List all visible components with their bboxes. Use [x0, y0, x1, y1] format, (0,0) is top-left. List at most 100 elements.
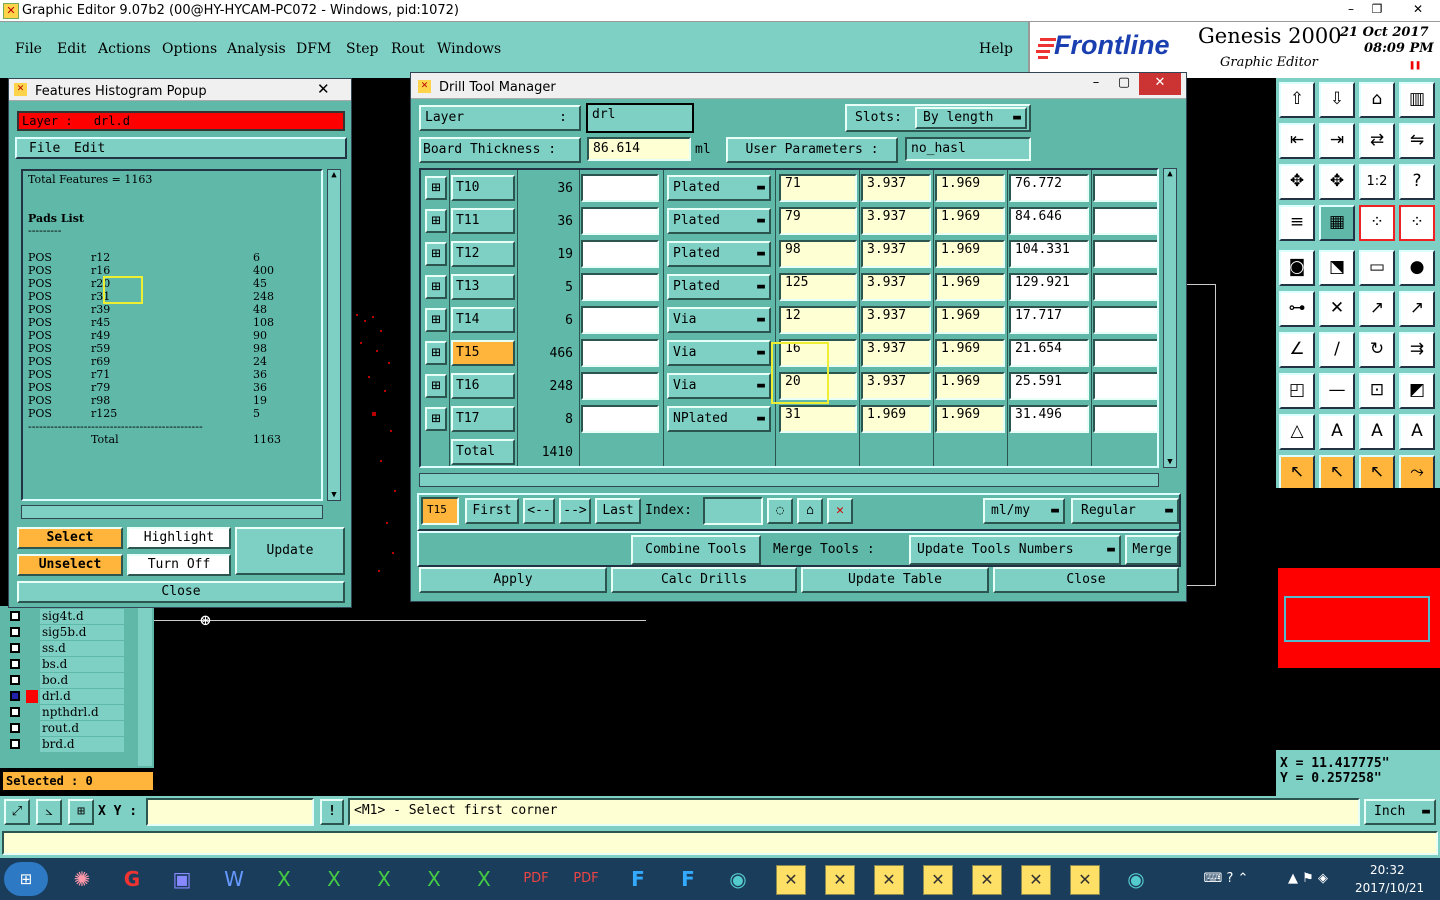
tool-type-dropdown[interactable]: Via ▬ [667, 373, 771, 399]
taskbar-genesis-window-icon[interactable]: ✕ [972, 865, 1002, 895]
close-window-button[interactable]: ✕ [1400, 1, 1436, 19]
tool-name[interactable]: T11 [451, 208, 515, 234]
units-dropdown[interactable]: ml/my ▬ [983, 498, 1065, 524]
taskbar-pdf-icon[interactable]: PDF [566, 862, 606, 896]
layer-list-scrollbar[interactable] [138, 606, 152, 766]
tool-comment-input[interactable] [581, 273, 659, 301]
scroll-down-icon[interactable]: ▼ [328, 490, 340, 500]
start-button-icon[interactable]: ⊞ [4, 862, 48, 896]
taskbar-shell-icon[interactable]: ✺ [62, 862, 102, 896]
route-icon[interactable]: ⤳ [1399, 455, 1435, 491]
layer-row-bs[interactable]: bs.d [8, 657, 124, 673]
taskbar-excel-icon[interactable]: X [364, 862, 404, 896]
graph-icon[interactable]: ⌂ [797, 498, 823, 524]
tool-plus-tol-input[interactable]: 3.937 [861, 372, 931, 400]
layer-checkbox-active[interactable] [10, 691, 20, 701]
tool-size-input[interactable]: 71 [779, 174, 857, 202]
pointer-icon[interactable]: ↖ [1279, 455, 1315, 491]
histogram-close-button[interactable]: Close [17, 581, 345, 603]
menu-analysis[interactable]: Analysis [227, 41, 286, 57]
last-button[interactable]: Last [595, 498, 641, 524]
drill-close-button[interactable]: Close [993, 567, 1179, 593]
tool-row[interactable]: ⊞ T12 19 Plated ▬ 98 3.937 1.969 104.331 [421, 238, 1157, 271]
angle-icon[interactable]: ∠ [1279, 332, 1315, 368]
unselect-button[interactable]: Unselect [17, 554, 123, 576]
taskbar-save-icon[interactable]: ▣ [162, 862, 202, 896]
zoom-in-icon[interactable]: ⇩ [1319, 82, 1355, 118]
tool-type-dropdown[interactable]: Plated ▬ [667, 241, 771, 267]
pan-right-icon[interactable]: ⇥ [1319, 123, 1355, 159]
tool-type-dropdown[interactable]: Via ▬ [667, 340, 771, 366]
user-params-input[interactable]: no_hasl [905, 137, 1031, 161]
xy-input[interactable] [146, 798, 314, 826]
tool-minus-tol-input[interactable]: 1.969 [935, 306, 1005, 334]
flip-icon[interactable]: ⇋ [1399, 123, 1435, 159]
tool-row[interactable]: ⊞ T14 6 Via ▬ 12 3.937 1.969 17.717 [421, 304, 1157, 337]
tool-comment-input[interactable] [581, 405, 659, 433]
menu-options[interactable]: Options [162, 41, 217, 57]
tool-comment-input[interactable] [581, 174, 659, 202]
menu-file[interactable]: File [15, 41, 42, 57]
layer-row-sig4t[interactable]: sig4t.d [8, 609, 124, 625]
tool-plus-tol-input[interactable]: 3.937 [861, 339, 931, 367]
taskbar-g-icon[interactable]: G [112, 862, 152, 896]
tool-plus-tol-input[interactable]: 3.937 [861, 273, 931, 301]
pointer-move-icon[interactable]: ↖ [1359, 455, 1395, 491]
pointer-select-icon[interactable]: ↖ [1319, 455, 1355, 491]
home-icon[interactable]: ⌂ [1359, 82, 1395, 118]
highlight-button[interactable]: Highlight [127, 527, 231, 549]
menu-dfm[interactable]: DFM [296, 41, 331, 57]
lightbulb-icon[interactable]: ◌ [767, 498, 793, 524]
command-input[interactable] [2, 831, 1438, 855]
tool-type-dropdown[interactable]: Via ▬ [667, 307, 771, 333]
tool-plus-tol-input[interactable]: 1.969 [861, 405, 931, 433]
dash-icon[interactable]: — [1319, 373, 1355, 409]
taskbar-genesis-window-icon[interactable]: ✕ [825, 865, 855, 895]
tool-size-input[interactable]: 12 [779, 306, 857, 334]
tool-plus-tol-input[interactable]: 3.937 [861, 174, 931, 202]
mode-dropdown[interactable]: Regular ▬ [1071, 498, 1179, 524]
taskbar-frontline-icon[interactable]: F [668, 862, 708, 896]
layer-row-sig5b[interactable]: sig5b.d [8, 625, 124, 641]
layer-checkbox[interactable] [10, 627, 20, 637]
expand-row-icon[interactable]: ⊞ [425, 209, 447, 233]
tool-comment-input[interactable] [581, 240, 659, 268]
tool-minus-tol-input[interactable]: 1.969 [935, 405, 1005, 433]
region-icon[interactable]: ◰ [1279, 373, 1315, 409]
tool-plus-tol-input[interactable]: 3.937 [861, 207, 931, 235]
index-input[interactable] [703, 497, 763, 525]
taskbar-genesis-window-icon[interactable]: ✕ [874, 865, 904, 895]
overview-viewport[interactable] [1284, 596, 1430, 642]
triangle-icon[interactable]: △ [1279, 414, 1315, 450]
layer-checkbox[interactable] [10, 723, 20, 733]
tool-finish-size-input[interactable]: 17.717 [1009, 306, 1089, 334]
list-icon[interactable]: ≡ [1279, 205, 1315, 241]
expand-row-icon[interactable]: ⊞ [425, 308, 447, 332]
tool-extra-input[interactable] [1093, 306, 1157, 334]
tool-size-input[interactable]: 79 [779, 207, 857, 235]
tool-finish-size-input[interactable]: 129.921 [1009, 273, 1089, 301]
tool-finish-size-input[interactable]: 25.591 [1009, 372, 1089, 400]
slash-icon[interactable]: ∕ [1319, 332, 1355, 368]
taskbar-viewer-icon[interactable]: ◉ [718, 862, 758, 896]
tool-finish-size-input[interactable]: 31.496 [1009, 405, 1089, 433]
menu-help[interactable]: Help [979, 41, 1013, 57]
combine-tools-button[interactable]: Combine Tools [631, 535, 761, 565]
scale-icon[interactable]: 1:2 [1359, 164, 1395, 200]
thickness-input[interactable]: 86.614 [587, 137, 691, 161]
rotate-icon[interactable]: ↻ [1359, 332, 1395, 368]
connect-icon[interactable]: ⊶ [1279, 291, 1315, 327]
taskbar-genesis-window-icon[interactable]: ✕ [776, 865, 806, 895]
delete-icon[interactable]: ✕ [1319, 291, 1355, 327]
tool-name[interactable]: T12 [451, 241, 515, 267]
tool-row[interactable]: ⊞ T17 8 NPlated ▬ 31 1.969 1.969 31.496 [421, 403, 1157, 436]
update-table-button[interactable]: Update Table [801, 567, 989, 593]
apply-button[interactable]: Apply [419, 567, 607, 593]
expand-row-icon[interactable]: ⊞ [425, 374, 447, 398]
tool-name[interactable]: T13 [451, 274, 515, 300]
tool-size-input[interactable]: 125 [779, 273, 857, 301]
expand-row-icon[interactable]: ⊞ [425, 176, 447, 200]
drill-close-icon[interactable]: ✕ [1139, 73, 1181, 95]
merge-button[interactable]: Merge [1125, 535, 1179, 565]
expand-row-icon[interactable]: ⊞ [425, 275, 447, 299]
